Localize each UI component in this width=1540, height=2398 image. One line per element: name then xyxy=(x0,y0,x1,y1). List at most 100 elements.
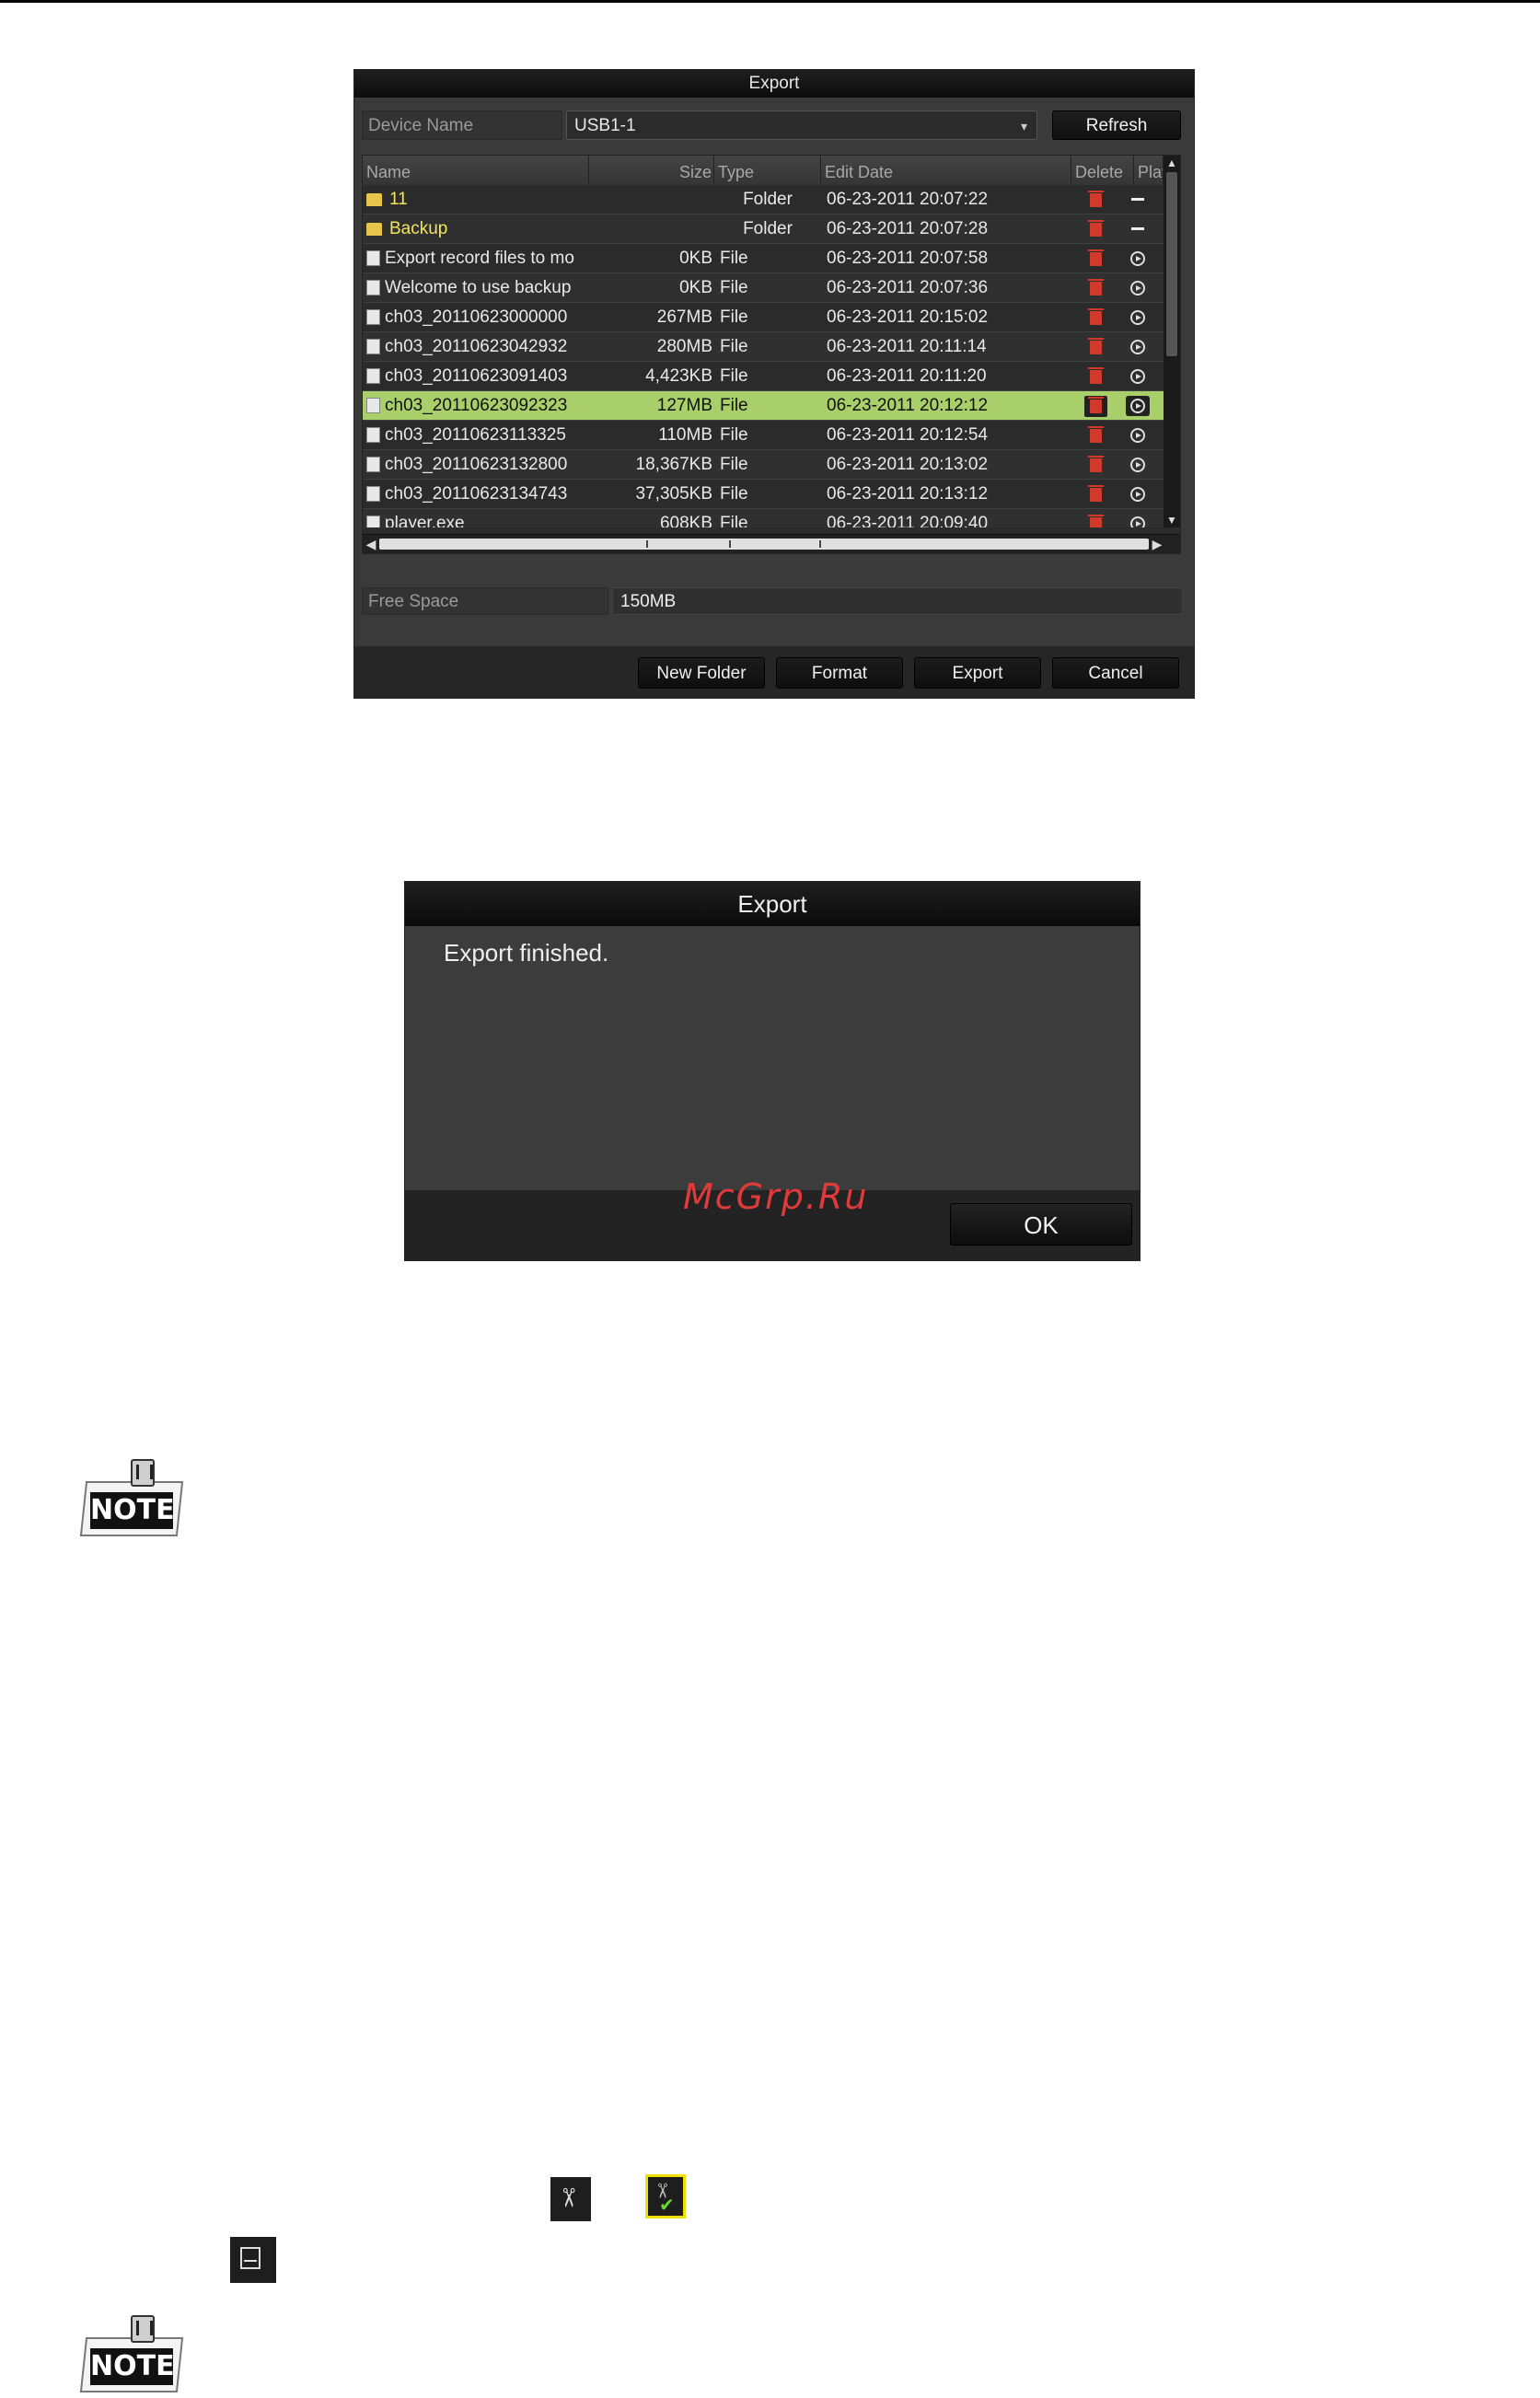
scroll-thumb[interactable] xyxy=(1166,172,1177,356)
row-name: ch03_20110623042932 xyxy=(385,337,568,356)
play-icon[interactable] xyxy=(1130,251,1145,266)
row-delete-cell[interactable] xyxy=(1077,273,1114,303)
column-header-play[interactable]: Play xyxy=(1134,156,1164,185)
row-name-cell: Welcome to use backup xyxy=(366,273,589,303)
table-row[interactable]: ch03_20110623132800 18,367KB File 06-23-201… xyxy=(363,450,1164,480)
row-delete-cell[interactable] xyxy=(1077,214,1114,244)
column-header-type[interactable]: Type xyxy=(714,156,821,185)
scroll-left-icon[interactable]: ◀ xyxy=(363,535,379,553)
delete-icon-wrap xyxy=(1087,219,1104,238)
row-edit-date: 06-23-2011 20:13:12 xyxy=(827,484,989,504)
row-delete-cell[interactable] xyxy=(1077,332,1114,362)
trash-icon[interactable] xyxy=(1087,338,1104,354)
file-icon xyxy=(366,280,380,295)
trash-icon[interactable] xyxy=(1087,426,1104,443)
scroll-down-icon[interactable]: ▼ xyxy=(1164,513,1180,527)
row-delete-cell[interactable] xyxy=(1077,362,1114,391)
device-name-select[interactable]: USB1-1 ▾ xyxy=(566,110,1037,140)
table-row[interactable]: Welcome to use backup 0KB File 06-23-2011 2… xyxy=(363,273,1164,303)
table-row[interactable]: Export record files to mo 0KB File 06-23-20… xyxy=(363,244,1164,273)
table-row[interactable]: ch03_20110623134743 37,305KB File 06-23-201… xyxy=(363,480,1164,509)
row-play-cell[interactable] xyxy=(1119,421,1156,450)
row-play-cell[interactable] xyxy=(1119,509,1156,527)
row-edit-date: 06-23-2011 20:07:22 xyxy=(827,190,989,209)
delete-icon-wrap xyxy=(1083,396,1107,417)
row-edit-date: 06-23-2011 20:07:58 xyxy=(827,249,989,268)
row-play-cell[interactable] xyxy=(1119,362,1156,391)
table-row[interactable]: Backup Folder 06-23-2011 20:07:28 xyxy=(363,214,1164,244)
row-play-cell[interactable] xyxy=(1119,185,1156,214)
note-icon: NOTE xyxy=(79,2315,184,2396)
row-play-cell[interactable] xyxy=(1119,332,1156,362)
row-play-cell[interactable] xyxy=(1119,450,1156,480)
row-delete-cell[interactable] xyxy=(1077,450,1114,480)
table-row[interactable]: ch03_20110623091403 4,423KB File 06-23-2011… xyxy=(363,362,1164,391)
row-delete-cell[interactable] xyxy=(1077,185,1114,214)
row-delete-cell[interactable] xyxy=(1077,391,1114,421)
row-name-cell: player.exe xyxy=(366,509,589,527)
trash-icon[interactable] xyxy=(1087,279,1104,295)
vertical-scrollbar[interactable]: ▲ ▼ xyxy=(1164,156,1180,527)
column-header-name[interactable]: Name xyxy=(363,156,589,185)
table-row[interactable]: player.exe 608KB File 06-23-2011 20:09:40 xyxy=(363,509,1164,527)
free-space-value: 150MB xyxy=(612,587,1183,615)
row-delete-cell[interactable] xyxy=(1077,509,1114,527)
row-play-cell[interactable] xyxy=(1119,303,1156,332)
cancel-button[interactable]: Cancel xyxy=(1052,657,1179,689)
row-delete-cell[interactable] xyxy=(1077,303,1114,332)
row-name-cell: ch03_20110623042932 xyxy=(366,332,589,362)
play-icon[interactable] xyxy=(1130,369,1145,384)
row-type: Folder xyxy=(743,219,793,238)
row-edit-date: 06-23-2011 20:11:20 xyxy=(827,366,987,386)
table-row[interactable]: ch03_20110623000000 267MB File 06-23-2011 2… xyxy=(363,303,1164,332)
row-delete-cell[interactable] xyxy=(1077,421,1114,450)
table-row[interactable]: ch03_20110623092323 127MB File 06-23-2011 2… xyxy=(363,391,1164,421)
play-icon[interactable] xyxy=(1130,340,1145,354)
column-header-size[interactable]: Size xyxy=(589,156,714,185)
row-name: Export record files to mo xyxy=(385,249,574,268)
play-icon[interactable] xyxy=(1130,458,1145,472)
save-icon xyxy=(230,2237,276,2283)
export-button[interactable]: Export xyxy=(914,657,1041,689)
delete-icon-wrap xyxy=(1087,190,1104,209)
row-play-cell[interactable] xyxy=(1119,244,1156,273)
table-row[interactable]: 11 Folder 06-23-2011 20:07:22 xyxy=(363,185,1164,214)
column-header-edit-date[interactable]: Edit Date xyxy=(821,156,1071,185)
row-delete-cell[interactable] xyxy=(1077,244,1114,273)
table-row[interactable]: ch03_20110623113325 110MB File 06-23-2011 2… xyxy=(363,421,1164,450)
trash-icon[interactable] xyxy=(1087,367,1104,384)
column-header-delete[interactable]: Delete xyxy=(1071,156,1134,185)
play-icon[interactable] xyxy=(1130,310,1145,325)
row-play-cell[interactable] xyxy=(1119,214,1156,244)
row-play-cell[interactable] xyxy=(1119,391,1156,421)
play-icon[interactable] xyxy=(1130,281,1145,295)
play-icon[interactable] xyxy=(1130,516,1145,527)
row-play-cell[interactable] xyxy=(1119,273,1156,303)
trash-icon[interactable] xyxy=(1087,249,1104,266)
row-delete-cell[interactable] xyxy=(1077,480,1114,509)
trash-icon[interactable] xyxy=(1087,220,1104,237)
trash-icon[interactable] xyxy=(1087,456,1104,472)
row-size: 110MB xyxy=(658,425,712,445)
refresh-button[interactable]: Refresh xyxy=(1052,110,1181,140)
trash-icon[interactable] xyxy=(1087,485,1104,502)
trash-icon[interactable] xyxy=(1087,191,1104,207)
play-icon[interactable] xyxy=(1130,399,1145,413)
format-button[interactable]: Format xyxy=(776,657,903,689)
horizontal-scroll-thumb[interactable] xyxy=(379,539,1149,550)
horizontal-scrollbar[interactable]: ◀ ▶ xyxy=(363,534,1180,553)
trash-icon[interactable] xyxy=(1087,308,1104,325)
play-icon[interactable] xyxy=(1130,487,1145,502)
trash-icon[interactable] xyxy=(1087,397,1104,413)
ok-button[interactable]: OK xyxy=(950,1203,1132,1245)
play-icon[interactable] xyxy=(1130,428,1145,443)
scroll-right-icon[interactable]: ▶ xyxy=(1149,535,1165,553)
row-play-cell[interactable] xyxy=(1119,480,1156,509)
row-edit-date: 06-23-2011 20:07:28 xyxy=(827,219,989,238)
table-row[interactable]: ch03_20110623042932 280MB File 06-23-2011 2… xyxy=(363,332,1164,362)
new-folder-button[interactable]: New Folder xyxy=(638,657,765,689)
row-name: Welcome to use backup xyxy=(385,278,572,297)
device-row: Device Name USB1-1 ▾ Refresh xyxy=(362,110,1188,140)
scroll-up-icon[interactable]: ▲ xyxy=(1164,156,1180,170)
trash-icon[interactable] xyxy=(1087,515,1104,527)
